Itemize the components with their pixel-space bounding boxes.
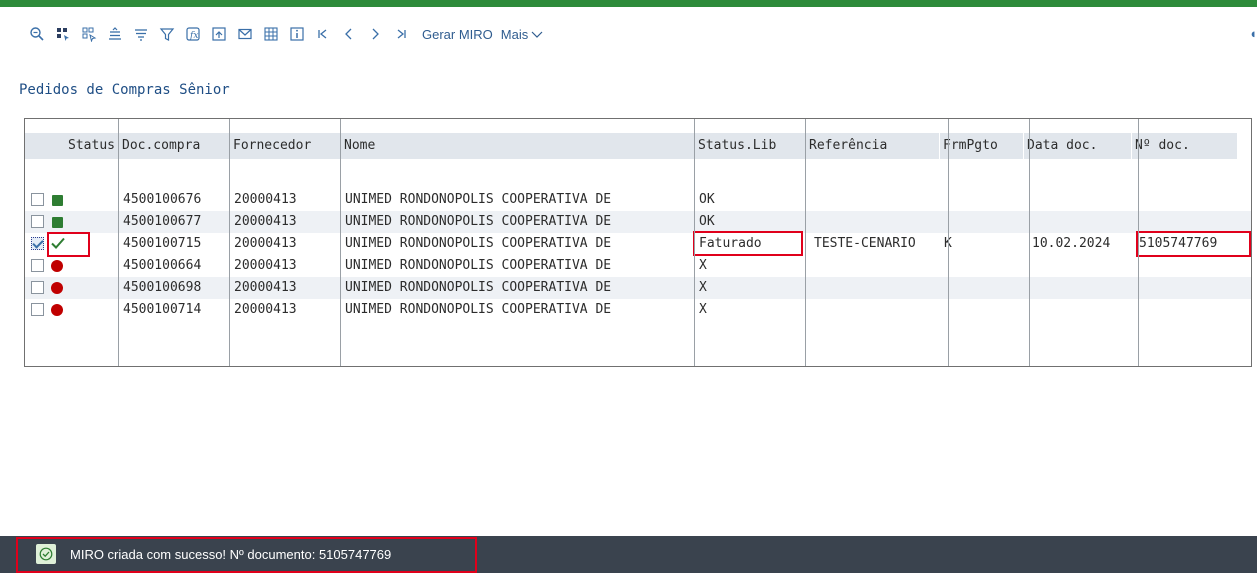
row-select-checkbox[interactable] [31,193,44,206]
previous-page-icon[interactable] [336,21,362,47]
column-header-referencia[interactable]: Referência [806,133,940,159]
cell-status-lib: OK [699,192,715,207]
column-header-status-lib[interactable]: Status.Lib [695,133,806,159]
cell-nome: UNIMED RONDONOPOLIS COOPERATIVA DE [345,258,612,273]
cell-nome: UNIMED RONDONOPOLIS COOPERATIVA DE [345,280,612,295]
row-select-checkbox[interactable] [31,281,44,294]
column-divider [340,119,341,366]
page-title: Pedidos de Compras Sênior [19,82,230,98]
column-header-fornecedor[interactable]: Fornecedor [230,133,341,159]
cell-nome: UNIMED RONDONOPOLIS COOPERATIVA DE [345,236,612,251]
row-select-checkbox[interactable] [31,259,44,272]
sort-ascending-icon[interactable] [102,21,128,47]
table-row-selected[interactable]: 4500100715 20000413 UNIMED RONDONOPOLIS … [25,231,1251,257]
green-square-icon [52,217,63,228]
deselect-all-icon[interactable] [76,21,102,47]
sort-descending-icon[interactable] [128,21,154,47]
cell-fornecedor: 20000413 [234,236,297,251]
cell-data-doc: 10.02.2024 [1032,236,1111,251]
column-divider [694,119,695,366]
cell-nome: UNIMED RONDONOPOLIS COOPERATIVA DE [345,302,612,317]
last-page-icon[interactable] [388,21,414,47]
cell-doc-compra: 4500100698 [123,280,202,295]
column-divider [229,119,230,366]
table-row[interactable]: 4500100676 20000413 UNIMED RONDONOPOLIS … [25,189,1251,211]
column-header-doc-compra[interactable]: Doc.compra [119,133,230,159]
cell-nome: UNIMED RONDONOPOLIS COOPERATIVA DE [345,214,612,229]
cell-doc-compra: 4500100677 [123,214,202,229]
cell-doc-compra: 4500100714 [123,302,202,317]
green-square-icon [52,195,63,206]
cell-status-lib: OK [699,214,715,229]
results-table: Status Doc.compra Fornecedor Nome Status… [24,118,1252,367]
cell-doc-compra: 4500100664 [123,258,202,273]
spreadsheet-icon[interactable] [258,21,284,47]
search-icon[interactable]: ◖ [1249,26,1257,41]
cell-fornecedor: 20000413 [234,280,297,295]
cell-status-lib: X [699,302,707,317]
table-header: Status Doc.compra Fornecedor Nome Status… [25,133,1238,159]
total-icon[interactable]: fx [180,21,206,47]
cell-status-lib: X [699,280,707,295]
export-icon[interactable] [206,21,232,47]
row-select-checkbox[interactable] [31,303,44,316]
zoom-icon[interactable] [24,21,50,47]
column-header-frmpgto[interactable]: FrmPgto [940,133,1024,159]
cell-fornecedor: 20000413 [234,192,297,207]
table-row[interactable]: 4500100664 20000413 UNIMED RONDONOPOLIS … [25,255,1251,277]
highlight-box-status-lib [693,231,803,256]
column-divider [805,119,806,366]
cell-status-lib: X [699,258,707,273]
column-divider [1029,119,1030,366]
column-divider [118,119,119,366]
table-row[interactable]: 4500100677 20000413 UNIMED RONDONOPOLIS … [25,211,1251,233]
cell-referencia: TESTE-CENARIO [814,236,916,251]
red-circle-icon [51,282,63,294]
svg-text:fx: fx [189,31,198,41]
mail-icon[interactable] [232,21,258,47]
status-bar: MIRO criada com sucesso! Nº documento: 5… [0,536,1257,573]
column-header-data-doc[interactable]: Data doc. [1024,133,1132,159]
highlight-box-status [47,232,90,257]
cell-nome: UNIMED RONDONOPOLIS COOPERATIVA DE [345,192,612,207]
filter-icon[interactable] [154,21,180,47]
red-circle-icon [51,304,63,316]
highlight-box-status-message [16,537,477,573]
row-select-checkbox[interactable] [31,215,44,228]
mais-label: Mais [500,26,529,42]
gerar-miro-button[interactable]: Gerar MIRO [422,27,493,42]
highlight-box-n-doc [1136,231,1251,257]
select-all-icon[interactable] [50,21,76,47]
table-row[interactable]: 4500100698 20000413 UNIMED RONDONOPOLIS … [25,277,1251,299]
column-header-nome[interactable]: Nome [341,133,695,159]
info-icon[interactable] [284,21,310,47]
first-page-icon[interactable] [310,21,336,47]
chevron-down-icon [531,27,543,42]
column-divider [1138,119,1139,366]
cell-frmpgto: K [940,233,952,255]
next-page-icon[interactable] [362,21,388,47]
cell-fornecedor: 20000413 [234,258,297,273]
cell-doc-compra: 4500100676 [123,192,202,207]
top-accent-bar [0,0,1257,7]
row-select-checkbox[interactable] [31,237,44,250]
table-row[interactable]: 4500100714 20000413 UNIMED RONDONOPOLIS … [25,299,1251,321]
red-circle-icon [51,260,63,272]
cell-doc-compra: 4500100715 [123,236,202,251]
mais-menu-button[interactable]: Mais [501,27,543,42]
column-divider [948,119,949,366]
cell-fornecedor: 20000413 [234,302,297,317]
toolbar: fx Gerar MIRO Mais [24,20,543,48]
column-header-status[interactable]: Status [25,133,119,159]
cell-fornecedor: 20000413 [234,214,297,229]
column-header-n-doc[interactable]: Nº doc. [1132,133,1238,159]
